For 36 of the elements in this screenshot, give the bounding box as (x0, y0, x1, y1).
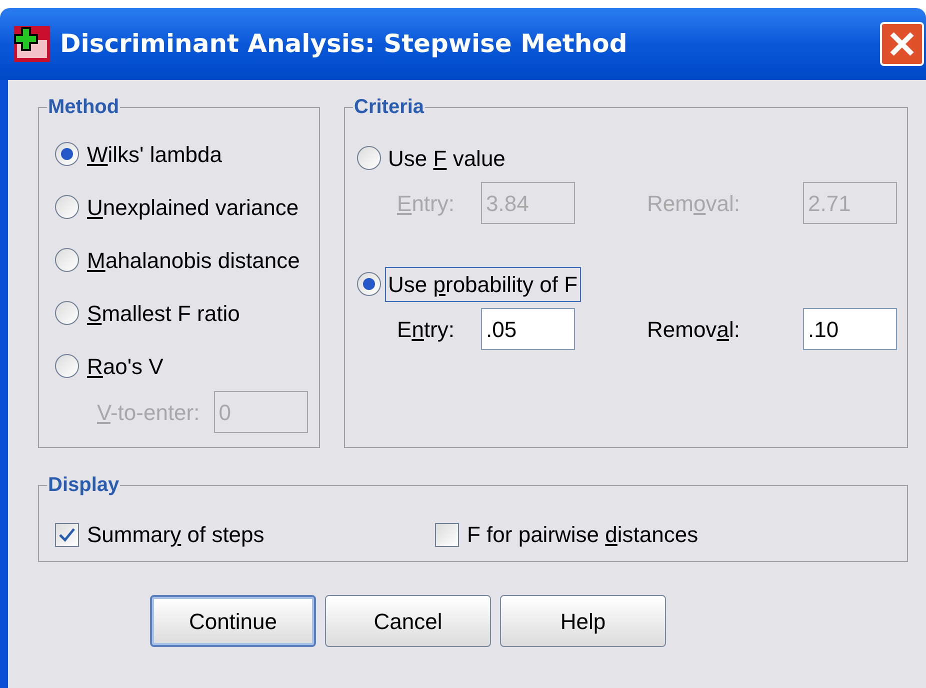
close-button[interactable] (880, 22, 924, 66)
radio-button[interactable] (357, 272, 381, 296)
check-icon (58, 526, 76, 544)
group-title: Criteria (353, 95, 426, 120)
radio-button[interactable] (55, 301, 79, 325)
dialog-button[interactable]: Cancel (325, 595, 491, 647)
radio-label: Use probability of F (385, 266, 581, 302)
app-icon (14, 26, 50, 62)
checkbox[interactable] (435, 522, 459, 546)
radio-button[interactable] (55, 195, 79, 219)
radio-label: Wilks' lambda (87, 140, 222, 168)
radio-button[interactable] (55, 142, 79, 166)
radio-button[interactable] (55, 248, 79, 272)
close-icon (889, 31, 915, 57)
checkbox-label: Summary of steps (87, 521, 264, 549)
field-label: V-to-enter: (97, 398, 200, 426)
field-label: Entry: (397, 190, 456, 218)
dialog-button[interactable]: Continue (150, 595, 316, 647)
radio-button[interactable] (55, 354, 79, 378)
number-field[interactable]: .10 (803, 308, 897, 350)
dialog-button[interactable]: Help (500, 595, 666, 647)
window-title: Discriminant Analysis: Stepwise Method (60, 28, 628, 60)
group-title: Method (47, 95, 120, 120)
radio-label: Use F value (387, 144, 506, 172)
radio-label: Smallest F ratio (87, 300, 240, 328)
group-title: Display (47, 473, 120, 498)
checkbox[interactable] (55, 522, 79, 546)
radio-button[interactable] (357, 146, 381, 170)
field-label: Removal: (647, 316, 741, 344)
radio-label: Unexplained variance (87, 194, 299, 222)
field-label: Entry: (397, 316, 456, 344)
field-label: Removal: (647, 190, 741, 218)
number-field[interactable]: .05 (481, 308, 575, 350)
checkbox-label: F for pairwise distances (467, 521, 698, 549)
radio-label: Rao's V (87, 352, 164, 380)
radio-label: Mahalanobis distance (87, 246, 300, 274)
